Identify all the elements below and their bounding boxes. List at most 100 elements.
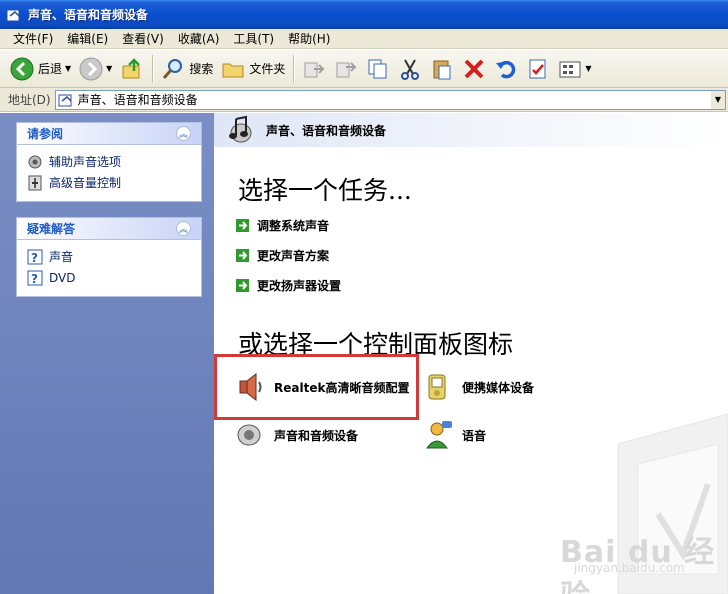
volume-control-icon bbox=[28, 175, 42, 190]
address-value: 声音、语音和音频设备 bbox=[77, 93, 198, 107]
search-button[interactable]: 搜索 bbox=[157, 53, 217, 85]
task-link-label: 更改声音方案 bbox=[257, 249, 330, 263]
paste-button[interactable] bbox=[426, 53, 458, 85]
folders-label: 文件夹 bbox=[249, 62, 286, 76]
address-input[interactable]: 声音、语音和音频设备 ▼ bbox=[54, 89, 726, 110]
speaker-icon bbox=[28, 155, 42, 168]
up-folder-icon bbox=[122, 57, 141, 78]
highlight-box bbox=[214, 354, 419, 420]
task-link-label: 更改扬声器设置 bbox=[257, 279, 342, 293]
views-dropdown-icon[interactable]: ▼ bbox=[585, 64, 591, 73]
menu-view[interactable]: 查看(V) bbox=[115, 30, 171, 48]
troubleshoot-header[interactable]: 疑难解答 ︽ bbox=[17, 218, 201, 240]
folder-icon bbox=[222, 63, 244, 77]
music-notes-icon bbox=[229, 115, 252, 143]
speech-person-icon bbox=[426, 421, 452, 449]
content-title: 声音、语音和音频设备 bbox=[266, 123, 387, 138]
troubleshoot-panel: 疑难解答 ︽ ? 声音 ? DVD bbox=[16, 217, 202, 297]
copy-button[interactable] bbox=[362, 53, 394, 85]
collapse-chevron-icon[interactable]: ︽ bbox=[176, 221, 191, 236]
copy-to-icon bbox=[336, 61, 357, 77]
cp-item-portable-media[interactable]: 便携媒体设备 bbox=[422, 370, 534, 404]
undo-icon bbox=[496, 60, 516, 78]
copy-icon bbox=[368, 59, 387, 78]
control-panel-icon bbox=[6, 9, 20, 21]
cp-item-sound-devices[interactable]: 声音和音频设备 bbox=[234, 418, 358, 452]
task-pane: 请参阅 ︽ 辅助声音选项 高级音量控制 疑难解答 ︽ ? 声音 ? DVD bbox=[0, 113, 214, 594]
troubleshoot-item[interactable]: ? 声音 bbox=[27, 246, 191, 267]
see-also-item[interactable]: 高级音量控制 bbox=[27, 172, 191, 193]
svg-text:?: ? bbox=[31, 272, 38, 286]
menu-help[interactable]: 帮助(H) bbox=[281, 30, 337, 48]
task-link-label: 调整系统声音 bbox=[257, 219, 330, 233]
control-panel-icon bbox=[58, 94, 72, 106]
forward-button[interactable]: ▼ bbox=[75, 53, 116, 85]
see-also-label: 辅助声音选项 bbox=[49, 155, 122, 169]
toolbar: 后退 ▼ ▼ 搜索 文件夹 ▼ bbox=[0, 50, 728, 88]
help-icon: ? bbox=[27, 249, 43, 265]
properties-icon bbox=[529, 59, 546, 78]
undo-button[interactable] bbox=[490, 53, 522, 85]
menu-edit[interactable]: 编辑(E) bbox=[60, 30, 115, 48]
cp-item-label: 语音 bbox=[462, 428, 487, 443]
troubleshoot-label: 声音 bbox=[49, 250, 74, 264]
cp-item-label: 声音和音频设备 bbox=[274, 428, 359, 443]
copy-to-button[interactable] bbox=[330, 53, 362, 85]
forward-dropdown-icon[interactable]: ▼ bbox=[106, 64, 112, 73]
menu-tools[interactable]: 工具(T) bbox=[226, 30, 281, 48]
see-also-label: 高级音量控制 bbox=[49, 176, 122, 190]
search-icon bbox=[163, 58, 183, 79]
address-label: 地址(D) bbox=[8, 93, 51, 107]
menu-file[interactable]: 文件(F) bbox=[6, 30, 60, 48]
toolbar-separator bbox=[152, 54, 154, 83]
green-arrow-icon bbox=[236, 279, 249, 292]
help-icon: ? bbox=[27, 270, 43, 286]
folders-button[interactable]: 文件夹 bbox=[217, 53, 289, 85]
delete-button[interactable] bbox=[458, 53, 490, 85]
move-to-icon bbox=[304, 62, 325, 77]
back-dropdown-icon[interactable]: ▼ bbox=[65, 64, 71, 73]
properties-button[interactable] bbox=[522, 53, 554, 85]
see-also-header[interactable]: 请参阅 ︽ bbox=[17, 123, 201, 145]
move-to-button[interactable] bbox=[298, 53, 330, 85]
cp-item-speech[interactable]: 语音 bbox=[422, 418, 486, 452]
back-button[interactable]: 后退 ▼ bbox=[6, 53, 75, 85]
address-bar: 地址(D) 声音、语音和音频设备 ▼ bbox=[0, 88, 728, 112]
see-also-title: 请参阅 bbox=[27, 127, 64, 141]
portable-media-device-icon bbox=[428, 374, 446, 400]
views-button[interactable]: ▼ bbox=[554, 53, 595, 85]
task-link-adjust-sounds[interactable]: 调整系统声音 bbox=[236, 217, 329, 234]
svg-text:?: ? bbox=[31, 251, 38, 265]
forward-arrow-icon bbox=[79, 57, 103, 80]
see-also-item[interactable]: 辅助声音选项 bbox=[27, 151, 191, 172]
up-folder-button[interactable] bbox=[116, 53, 148, 85]
troubleshoot-item[interactable]: ? DVD bbox=[27, 267, 191, 288]
window-title: 声音、语音和音频设备 bbox=[28, 8, 149, 22]
cut-button[interactable] bbox=[394, 53, 426, 85]
back-label: 后退 bbox=[38, 62, 63, 76]
cp-item-label: 便携媒体设备 bbox=[462, 380, 535, 395]
toolbar-separator bbox=[293, 54, 295, 83]
pick-task-heading: 选择一个任务... bbox=[238, 176, 412, 205]
menu-bar: 文件(F) 编辑(E) 查看(V) 收藏(A) 工具(T) 帮助(H) bbox=[0, 29, 728, 49]
content-pane: 声音、语音和音频设备 选择一个任务... 调整系统声音 更改声音方案 更改扬声器… bbox=[214, 113, 728, 594]
address-dropdown-icon[interactable]: ▼ bbox=[711, 90, 725, 109]
menu-favorites[interactable]: 收藏(A) bbox=[171, 30, 227, 48]
delete-x-icon bbox=[464, 59, 484, 78]
task-link-speaker-settings[interactable]: 更改扬声器设置 bbox=[236, 277, 341, 294]
watermark-url: jingyan.baidu.com bbox=[574, 561, 685, 575]
troubleshoot-label: DVD bbox=[49, 270, 76, 285]
back-arrow-icon bbox=[10, 57, 34, 80]
paste-icon bbox=[433, 60, 451, 79]
collapse-chevron-icon[interactable]: ︽ bbox=[176, 126, 191, 141]
green-arrow-icon bbox=[236, 249, 249, 262]
troubleshoot-title: 疑难解答 bbox=[27, 222, 76, 236]
green-arrow-icon bbox=[236, 219, 249, 232]
speaker-icon bbox=[237, 424, 261, 446]
task-link-change-scheme[interactable]: 更改声音方案 bbox=[236, 247, 329, 264]
scissors-icon bbox=[401, 59, 420, 80]
see-also-panel: 请参阅 ︽ 辅助声音选项 高级音量控制 bbox=[16, 122, 202, 202]
search-label: 搜索 bbox=[189, 62, 214, 76]
content-header: 声音、语音和音频设备 bbox=[214, 113, 728, 147]
title-bar: 声音、语音和音频设备 bbox=[0, 0, 728, 29]
